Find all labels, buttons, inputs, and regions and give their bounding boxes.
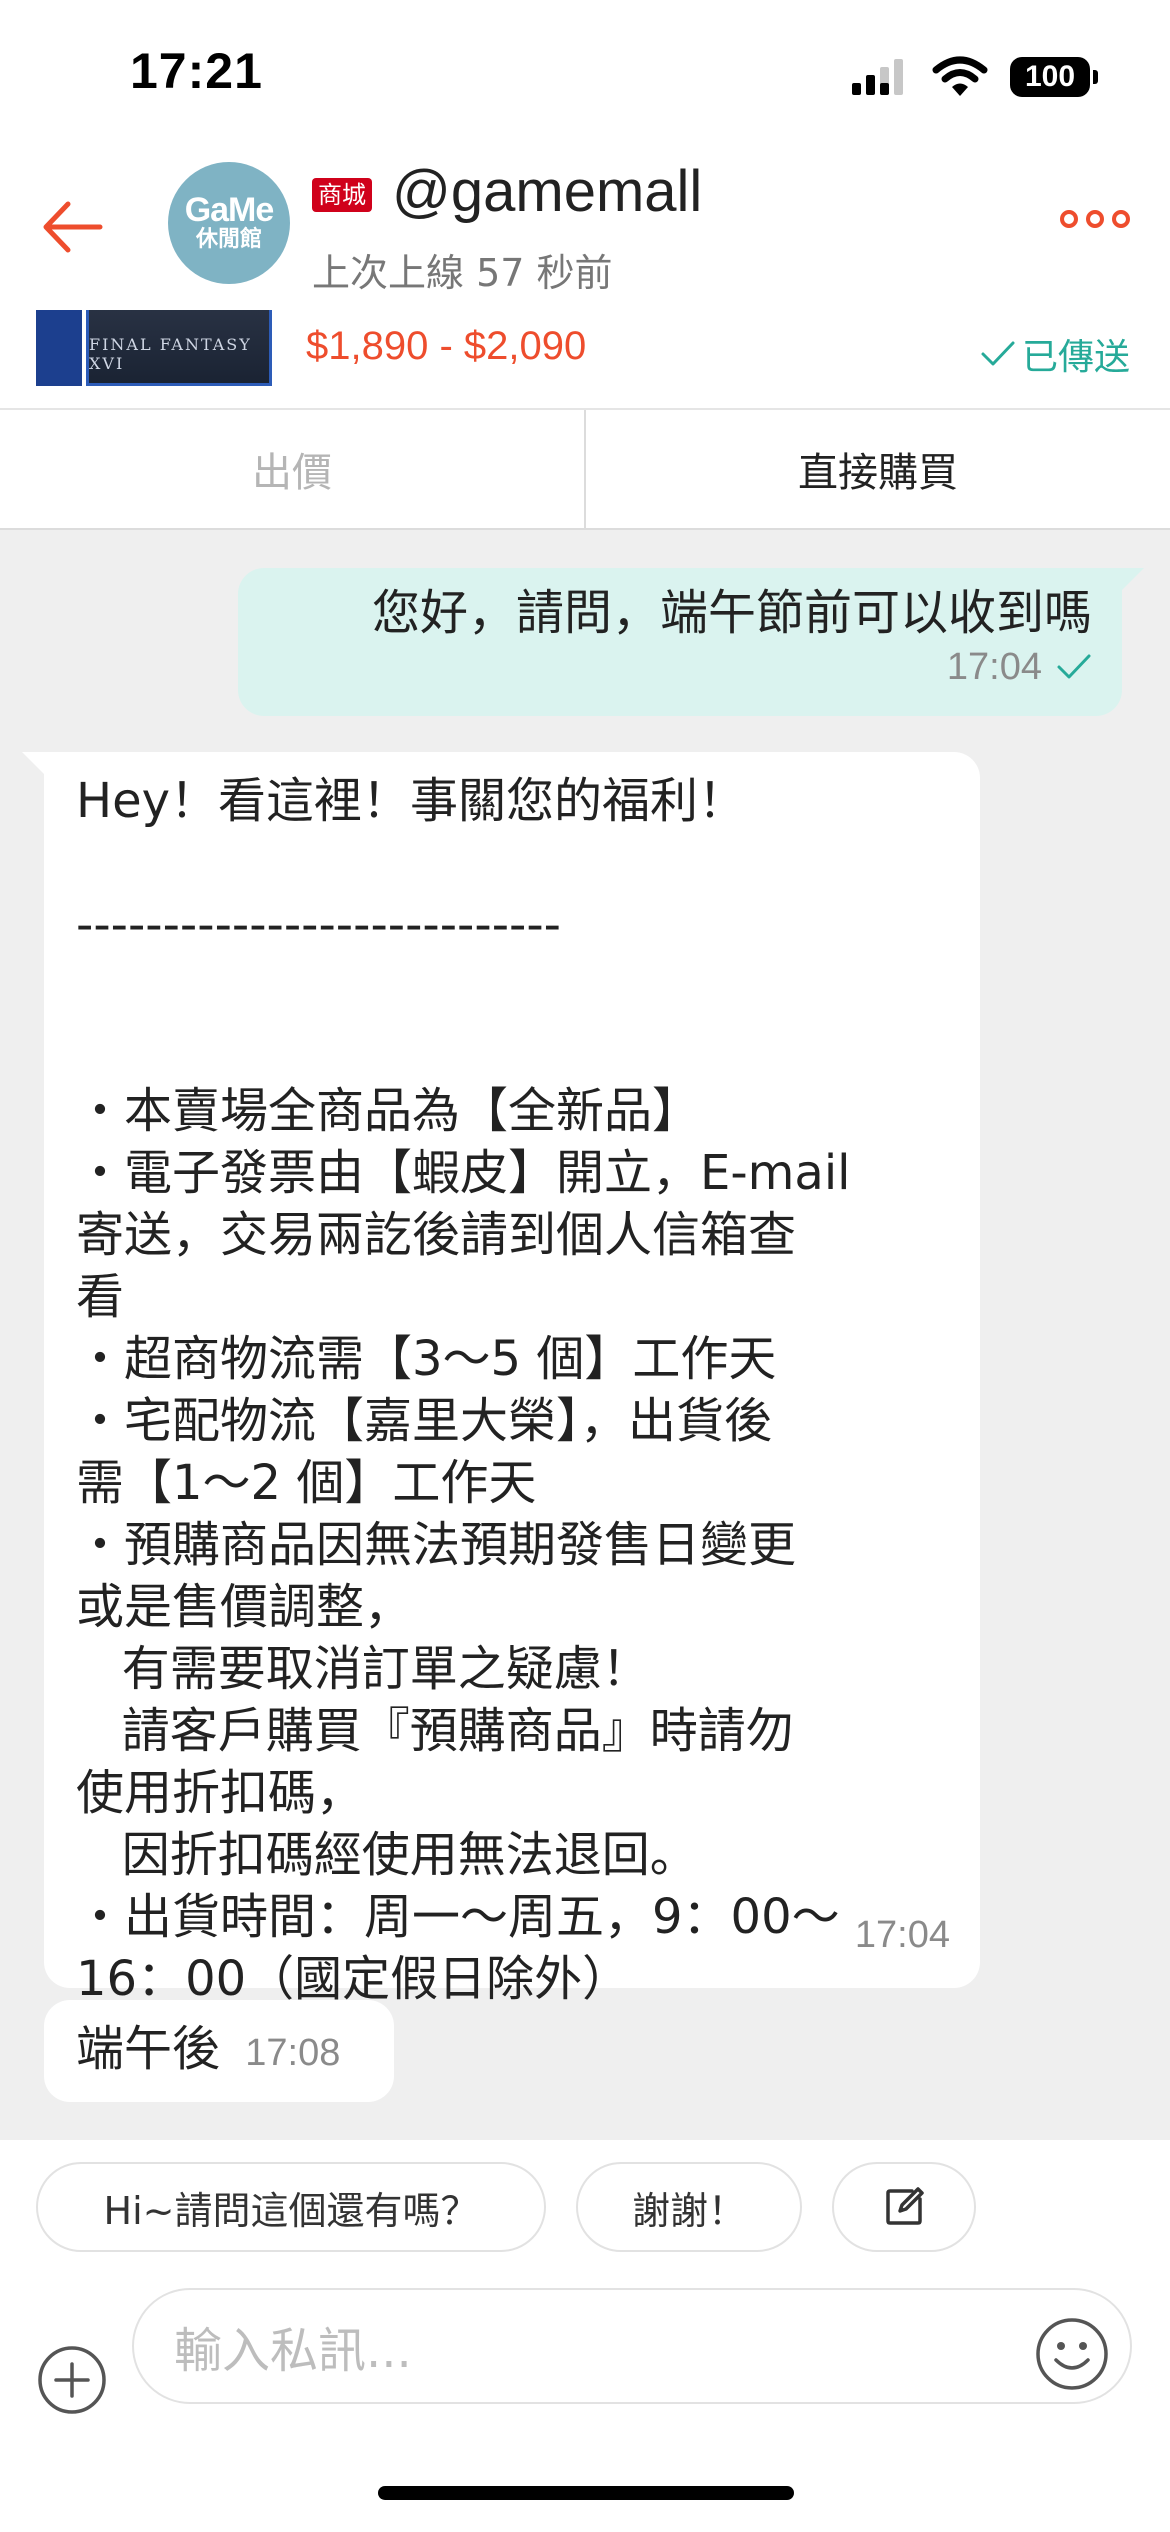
message-line: ・預購商品因無法預期發售日變更 <box>76 1517 797 1573</box>
message-line: ・出貨時間：周一～周五，9：00～ <box>76 1889 840 1945</box>
product-card[interactable]: FINAL FANTASY XVI $1,890 - $2,090 已傳送 <box>0 310 1170 410</box>
quick-reply-chip[interactable]: Hi~請問這個還有嗎？ <box>36 2162 546 2252</box>
product-action-row: 出價 直接購買 <box>0 410 1170 530</box>
sent-status: 已傳送 <box>980 328 1130 380</box>
message-line: 使用折扣碼， <box>76 1765 365 1821</box>
message-line: 有需要取消訂單之疑慮！ <box>76 1641 650 1697</box>
quick-reply-bar: Hi~請問這個還有嗎？ 謝謝！ <box>0 2140 1170 2280</box>
message-line: ・電子發票由【蝦皮】開立，E-mail <box>76 1145 851 1201</box>
message-line: ・超商物流需【3～5 個】工作天 <box>76 1331 777 1387</box>
message-time: 17:04 <box>946 646 1042 688</box>
message-time: 17:04 <box>854 1914 950 1956</box>
more-dot <box>1060 210 1078 228</box>
message-text: 您好，請問，端午節前可以收到嗎 <box>371 585 1092 641</box>
message-input[interactable]: 輸入私訊... <box>132 2288 1132 2404</box>
message-line <box>76 956 950 1018</box>
message-line: 需【1～2 個】工作天 <box>76 1455 537 1511</box>
quick-reply-chip[interactable]: 謝謝！ <box>576 2162 802 2252</box>
incoming-message-auto-reply[interactable]: Hey！看這裡！事關您的福利！ ------------------------… <box>22 752 980 2007</box>
checkmark-icon <box>981 341 1015 366</box>
shop-avatar[interactable]: GaMe 休閒館 <box>168 162 290 284</box>
chat-header: GaMe 休閒館 商城 @gamemall 上次上線 57 秒前 <box>0 150 1170 310</box>
read-check-icon <box>1057 654 1091 679</box>
add-attachment-icon[interactable] <box>36 2344 108 2416</box>
status-time: 17:21 <box>130 43 263 99</box>
avatar-logo-text: GaMe <box>184 191 275 229</box>
outgoing-message[interactable]: 您好，請問，端午節前可以收到嗎 17:04 <box>238 568 1144 716</box>
edit-icon <box>886 2187 924 2225</box>
more-options-icon[interactable] <box>1060 210 1130 228</box>
message-line: 因折扣碼經使用無法退回。 <box>76 1827 698 1883</box>
product-price: $1,890 - $2,090 <box>306 324 587 368</box>
chat-screen: 17:21 100 GaMe 休閒館 商城 @gamemall 上次上線 57 … <box>0 0 1170 2532</box>
product-thumbnail-logo <box>36 310 82 386</box>
status-icons: 100 <box>850 52 1098 102</box>
avatar-logo-subtext: 休閒館 <box>195 227 262 252</box>
status-bar: 17:21 100 <box>0 0 1170 150</box>
battery-level: 100 <box>1024 60 1076 93</box>
product-thumbnail-image: FINAL FANTASY XVI <box>86 310 272 386</box>
message-line <box>76 1018 950 1080</box>
cellular-signal-icon <box>852 59 903 95</box>
make-offer-button[interactable]: 出價 <box>0 410 586 528</box>
buy-now-button[interactable]: 直接購買 <box>586 410 1170 528</box>
home-indicator[interactable] <box>378 2486 794 2500</box>
sent-status-label: 已傳送 <box>1021 337 1130 378</box>
wifi-icon <box>932 56 988 96</box>
more-dot <box>1112 210 1130 228</box>
last-online-status: 上次上線 57 秒前 <box>312 251 613 295</box>
message-line: 或是售價調整， <box>76 1579 413 1635</box>
shop-name[interactable]: @gamemall <box>392 158 702 225</box>
emoji-icon[interactable] <box>1034 2316 1110 2392</box>
message-line: ・本賣場全商品為【全新品】 <box>76 1083 701 1139</box>
more-dot <box>1086 210 1104 228</box>
message-line: ・宅配物流【嘉里大榮】，出貨後 <box>76 1393 773 1449</box>
back-arrow-icon[interactable] <box>38 192 108 262</box>
message-line: 請客戶購買『預購商品』時請勿 <box>76 1703 794 1759</box>
incoming-message[interactable]: 端午後 17:08 <box>44 2000 394 2102</box>
battery-icon: 100 <box>1010 57 1098 97</box>
mall-badge: 商城 <box>312 178 372 212</box>
message-line <box>76 832 950 894</box>
edit-quick-replies-button[interactable] <box>832 2162 976 2252</box>
message-line: 看 <box>76 1269 125 1325</box>
message-line: 寄送，交易兩訖後請到個人信箱查 <box>76 1207 797 1263</box>
message-text: 端午後 <box>76 2021 221 2077</box>
message-meta: 17:04 <box>947 636 1092 698</box>
message-line: Hey！看這裡！事關您的福利！ <box>76 773 747 829</box>
message-line: ---------------------------- <box>76 897 561 953</box>
message-time: 17:08 <box>245 2032 341 2074</box>
